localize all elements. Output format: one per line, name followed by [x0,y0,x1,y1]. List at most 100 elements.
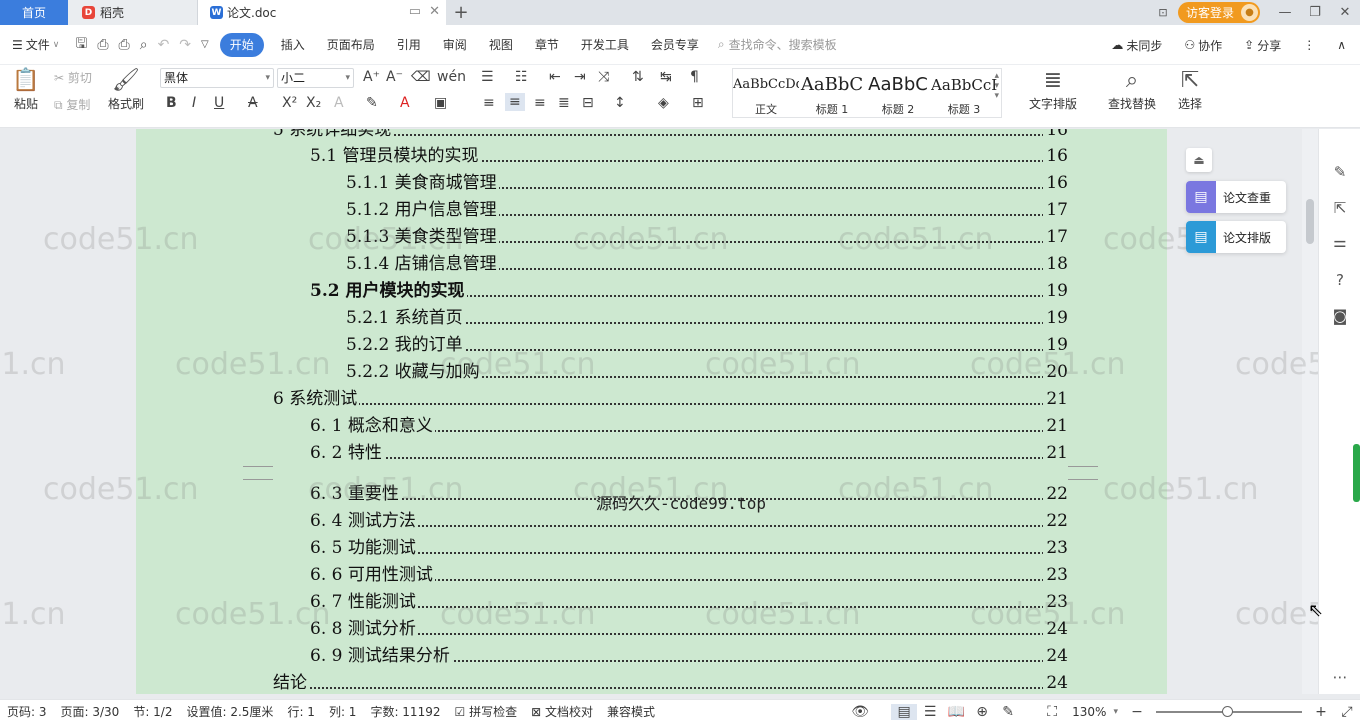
customize-icon[interactable]: ▽ [196,39,214,50]
toc-entry[interactable]: 6. 9 测试结果分析 24 [310,645,1068,667]
tab-review[interactable]: 审阅 [432,33,478,57]
superscript-icon[interactable]: X² [282,95,297,111]
align-center-icon[interactable]: ≡ [505,93,525,111]
tab-references[interactable]: 引用 [386,33,432,57]
web-view-icon[interactable]: ⊕ [969,704,995,720]
new-tab-button[interactable]: + [446,0,476,25]
tab-view[interactable]: 视图 [478,33,524,57]
fullscreen-icon[interactable]: ⤢ [1334,704,1360,720]
text-direction-icon[interactable]: ⇅ [632,69,644,85]
phonetic-icon[interactable]: wén [437,69,466,85]
zoom-slider[interactable] [1156,705,1302,717]
toc-entry[interactable]: 6. 6 可用性测试 23 [310,564,1068,586]
style-normal[interactable]: AaBbCcDd 正文 [733,71,799,117]
collapse-panel-icon[interactable]: ⏏ [1186,148,1212,172]
paper-layout-button[interactable]: ▤ 论文排版 [1186,221,1286,253]
save-icon[interactable]: 🖫 [70,33,92,57]
toc-entry[interactable]: 5.2.2 我的订单 19 [346,334,1068,356]
subscript-icon[interactable]: X₂ [306,95,321,111]
char-border-icon[interactable]: ▣ [434,95,447,111]
more-icon[interactable]: ⋯ [1319,668,1360,686]
share-button[interactable]: ⇪ 分享 [1233,33,1292,57]
toc-entry[interactable]: 6. 1 概念和意义 21 [310,415,1068,437]
toc-entry[interactable]: 6 系统测试 21 [273,388,1068,410]
spell-check-toggle[interactable]: ☑ 拼写检查 [447,703,524,720]
toc-entry[interactable]: 6. 5 功能测试 23 [310,537,1068,559]
print-icon[interactable]: ⎙ [114,37,135,53]
collaborate-button[interactable]: ⚇ 协作 [1173,33,1233,57]
zoom-out-icon[interactable]: − [1124,704,1150,720]
toc-entry[interactable]: 5.1.1 美食商城管理 16 [346,172,1068,194]
minimize-icon[interactable]: — [1270,5,1300,20]
status-col[interactable]: 列: 1 [322,703,364,720]
toc-entry[interactable]: 结论 24 [273,672,1068,694]
outline-view-icon[interactable]: ☰ [917,704,943,720]
style-heading-2[interactable]: AaBbC 标题 2 [865,71,931,117]
file-menu[interactable]: ☰ 文件 ∨ [0,33,70,57]
close-tab-icon[interactable]: ✕ [429,4,440,19]
font-name-select[interactable]: 黑体 ▾ [160,68,274,88]
sync-status[interactable]: ☁ 未同步 [1100,33,1173,57]
guest-login-button[interactable]: 访客登录 ● [1177,2,1260,23]
collapse-ribbon-icon[interactable]: ∧ [1326,33,1360,57]
cursor-icon[interactable]: ⇱ [1319,199,1360,217]
scrollbar-thumb[interactable] [1306,199,1314,244]
copy-button[interactable]: ⧉ 复制 [54,96,90,113]
status-row[interactable]: 行: 1 [280,703,322,720]
close-window-icon[interactable]: ✕ [1330,5,1360,20]
bullet-list-icon[interactable]: ☰ [481,69,494,85]
tab-member[interactable]: 会员专享 [640,33,710,57]
toc-entry[interactable]: 5.1.3 美食类型管理 17 [346,226,1068,248]
status-word-count[interactable]: 字数: 11192 [363,703,447,720]
toc-entry[interactable]: 5.1 管理员模块的实现 16 [310,145,1068,167]
style-heading-3[interactable]: AaBbCcI 标题 3 [931,71,997,117]
pen-icon[interactable]: ✎ [1319,163,1360,181]
toc-entry[interactable]: 6. 8 测试分析 24 [310,618,1068,640]
decrease-indent-icon[interactable]: ⇤ [549,69,561,85]
borders-icon[interactable]: ⊞ [692,95,704,111]
align-right-icon[interactable]: ≡ [534,95,546,111]
tab-home-ribbon[interactable]: 开始 [219,32,264,57]
preview-icon[interactable]: ⌕ [135,37,153,53]
paste-button[interactable]: 📋 粘贴 [8,67,44,112]
toc-entry[interactable]: 5.1.2 用户信息管理 17 [346,199,1068,221]
underline-icon[interactable]: U [214,95,224,111]
restore-icon[interactable]: ❐ [1300,5,1330,20]
font-size-select[interactable]: 小二 ▾ [277,68,354,88]
strikethrough-icon[interactable]: A [248,95,258,111]
font-color-icon[interactable]: A [400,95,410,111]
toc-entry[interactable]: 5.2.1 系统首页 19 [346,307,1068,329]
status-page-number[interactable]: 页码: 3 [0,703,54,720]
zoom-in-icon[interactable]: + [1308,704,1334,720]
distribute-icon[interactable]: ⊟ [582,95,594,111]
tab-insert[interactable]: 插入 [270,33,316,57]
toc-entry[interactable]: 5.2 用户模块的实现 19 [310,280,1068,302]
redo-icon[interactable]: ↷ [174,37,196,53]
multi-window-icon[interactable]: ⊡ [1148,6,1178,19]
reading-view-icon[interactable]: 📖 [943,704,969,720]
align-left-icon[interactable]: ≡ [483,95,495,111]
style-heading-1[interactable]: AaBbC 标题 1 [799,71,865,117]
numbered-list-icon[interactable]: ☷ [515,69,528,85]
toc-entry[interactable]: 5.1.4 店铺信息管理 18 [346,253,1068,275]
tab-page-layout[interactable]: 页面布局 [316,33,386,57]
line-spacing-icon[interactable]: ↕ [614,95,626,111]
find-replace-button[interactable]: ⌕ 查找替换 [1100,67,1164,112]
tab-developer[interactable]: 开发工具 [570,33,640,57]
doc-proof-toggle[interactable]: ⊠ 文档校对 [524,703,600,720]
document-page[interactable]: 5 系统详细实现 16 5.1 管理员模块的实现 16 5.1.1 美食商城管理 16 5.… [136,129,1167,694]
export-icon[interactable]: ⎙ [92,37,113,53]
text-effect-icon[interactable]: A [334,95,344,111]
undo-icon[interactable]: ↶ [153,37,175,53]
settings-sliders-icon[interactable]: ⚌ [1319,233,1360,251]
paper-check-button[interactable]: ▤ 论文查重 [1186,181,1286,213]
justify-icon[interactable]: ≣ [558,95,570,111]
status-setting[interactable]: 设置值: 2.5厘米 [179,703,280,720]
format-painter-button[interactable]: 🖌 格式刷 [106,67,146,112]
shrink-font-icon[interactable]: A⁻ [386,69,403,85]
bold-icon[interactable]: B [166,95,177,111]
command-search[interactable]: ⌕ 查找命令、搜索模板 [718,36,837,53]
assistant-icon[interactable]: ◙ [1319,307,1360,325]
cut-button[interactable]: ✂ 剪切 [54,69,92,86]
eye-protect-icon[interactable]: 👁 [847,704,873,720]
